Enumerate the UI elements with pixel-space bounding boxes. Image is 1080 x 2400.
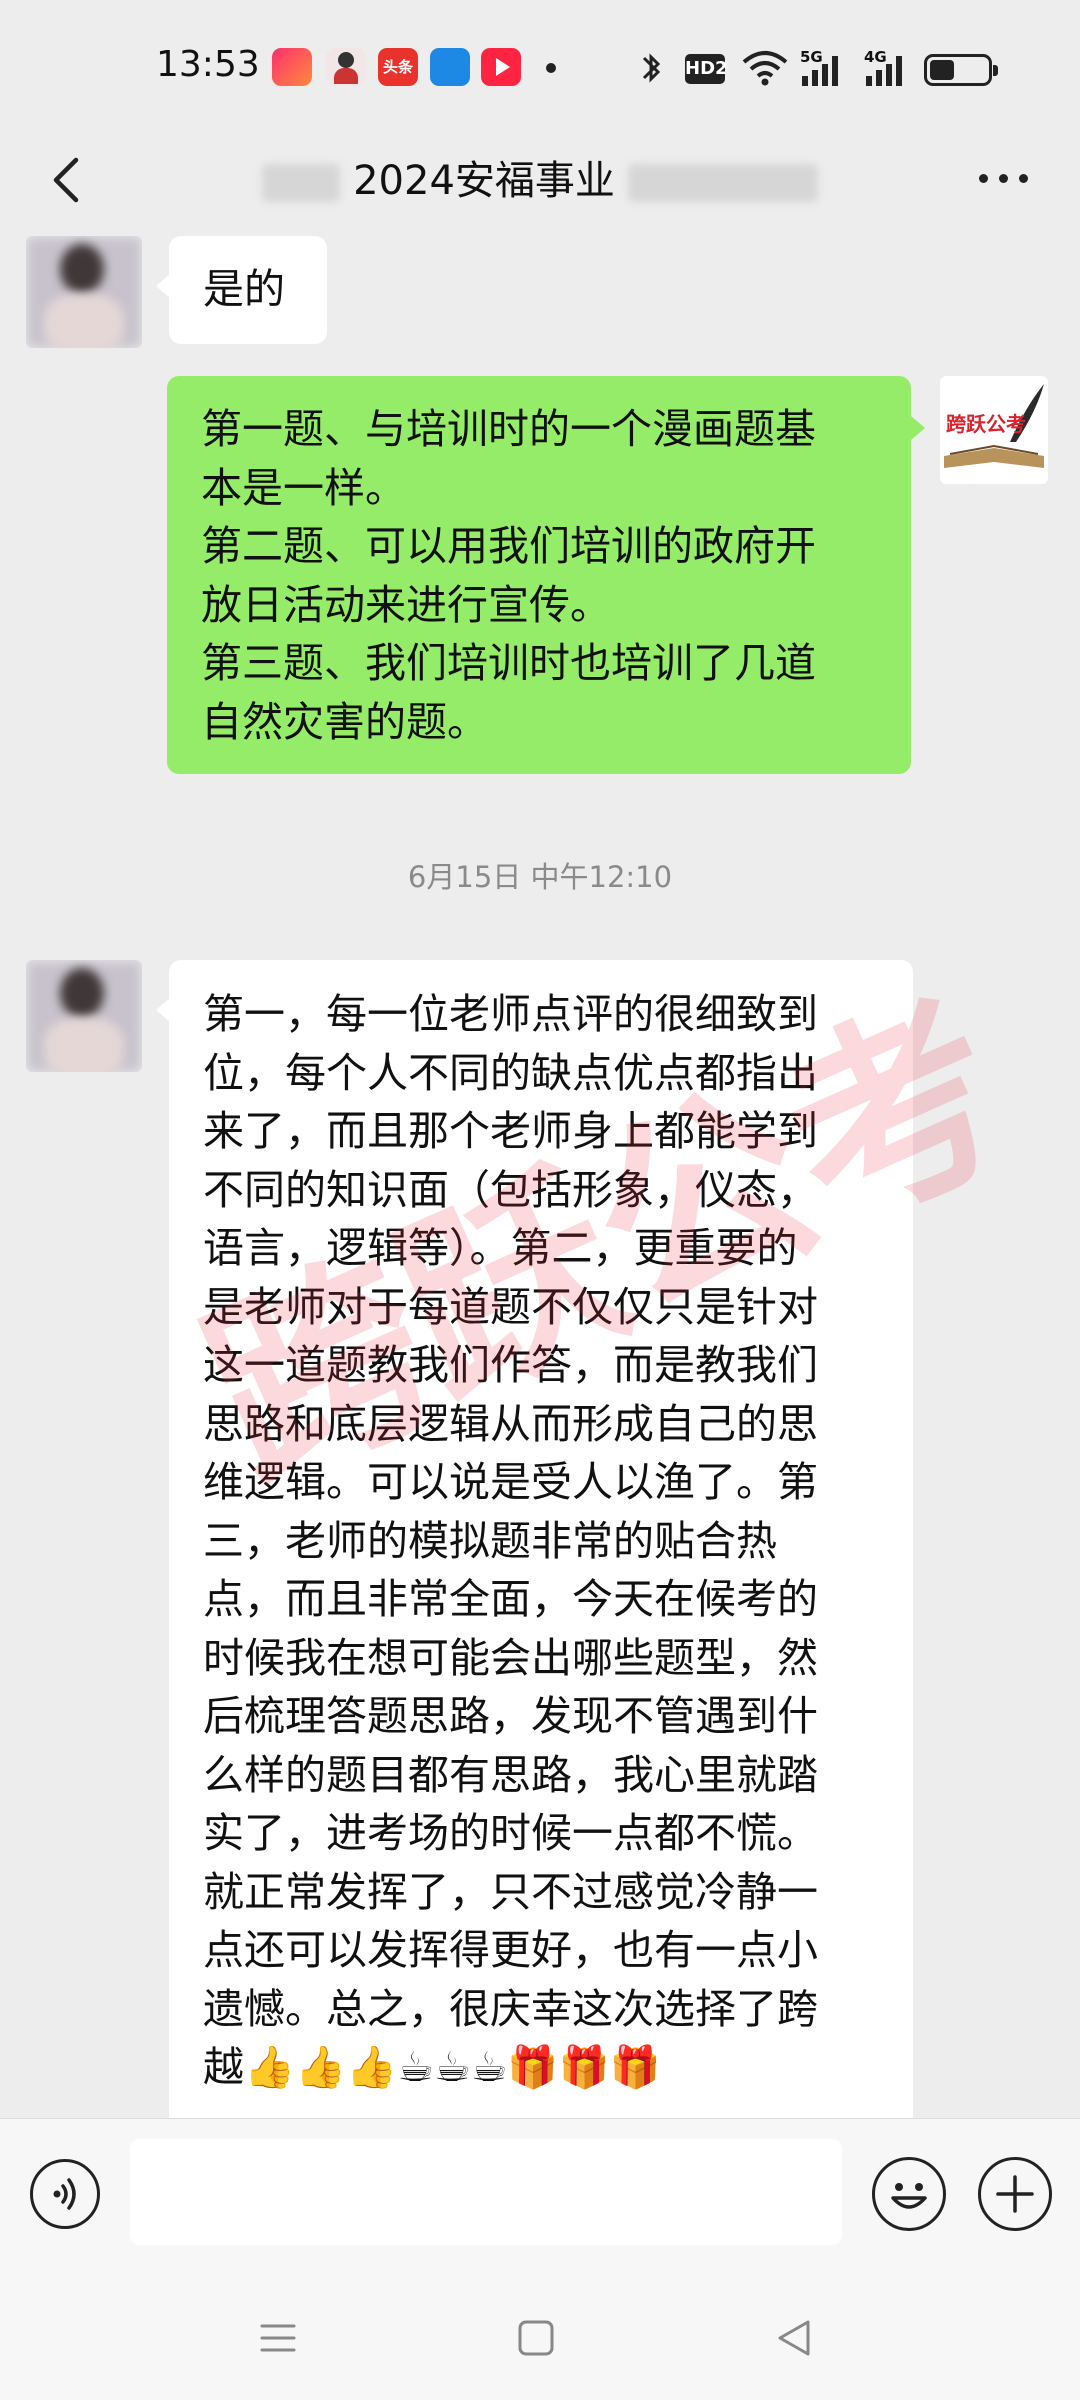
message-line: 不同的知识面（包括形象，仪态，	[203, 1165, 818, 1214]
signal-5g-icon	[802, 56, 838, 86]
message-line: 遗憾。总之，很庆幸这次选择了跨	[203, 1984, 818, 2033]
chat-title: 2024安福事业	[0, 148, 1080, 206]
message-line: 时候我在想可能会出哪些题型，然	[203, 1633, 818, 1682]
more-functions-plus-icon[interactable]	[978, 2157, 1052, 2231]
message-line: 后梳理答题思路，发现不管遇到什	[203, 1692, 818, 1740]
message-line: 位，每个人不同的缺点优点都指出	[203, 1048, 818, 1097]
message-line: 实了，进考场的时候一点都不慌。	[203, 1809, 818, 1857]
avatar[interactable]	[26, 236, 142, 348]
person-app-icon	[326, 48, 366, 86]
avatar-brand-text: 跨跃公考	[946, 412, 1026, 436]
bubble-tail	[156, 998, 170, 1022]
message-bubble[interactable]: 第一题、与培训时的一个漫画题基 本是一样。 第二题、可以用我们培训的政府开 放日…	[167, 376, 911, 774]
chat-title-text: 2024安福事业	[353, 158, 615, 204]
message-line: 来了，而且那个老师身上都能学到	[203, 1107, 818, 1155]
chat-header: 2024安福事业	[0, 130, 1080, 240]
message-line: 维逻辑。可以说是受人以渔了。第	[203, 1458, 818, 1506]
chat-timestamp: 6月15日 中午12:10	[407, 860, 673, 894]
message-line: 越👍👍👍☕☕☕🎁🎁🎁	[203, 2043, 661, 2091]
message-line: 么样的题目都有思路，我心里就踏	[203, 1750, 818, 1799]
voice-input-icon[interactable]	[30, 2159, 100, 2229]
message-line: 是的	[203, 265, 285, 313]
bluetooth-icon	[642, 53, 661, 83]
message-input[interactable]	[130, 2139, 842, 2245]
message-line: 这一道题教我们作答，而是教我们	[203, 1341, 818, 1389]
menu-icon[interactable]	[248, 2308, 308, 2368]
play-app-icon	[481, 48, 521, 86]
video-app-icon	[272, 48, 312, 86]
message-line: 点还可以发挥得更好，也有一点小	[203, 1926, 818, 1974]
message-line: 第三题、我们培训时也培训了几道	[201, 639, 816, 687]
message-line: 放日活动来进行宣传。	[201, 580, 611, 629]
bubble-tail	[911, 416, 925, 440]
bubble-tail	[156, 274, 170, 298]
status-time: 13:53	[156, 44, 260, 85]
signal-4g-icon	[866, 56, 902, 86]
toutiao-app-icon: 头条	[378, 48, 418, 86]
avatar[interactable]	[26, 960, 142, 1072]
message-line: 本是一样。	[201, 463, 406, 512]
back-triangle-icon[interactable]	[764, 2308, 824, 2368]
message-line: 点，而且非常全面，今天在候考的	[203, 1575, 818, 1623]
notification-dot-icon	[546, 63, 556, 73]
input-bar	[0, 2118, 1080, 2279]
emoji-icon[interactable]	[872, 2157, 946, 2231]
status-bar: 13:53 头条 HD2 5G 4G	[0, 0, 1080, 130]
wifi-icon	[742, 51, 788, 86]
hd-voice-icon: HD2	[685, 54, 728, 84]
title-blur-left	[262, 164, 341, 202]
title-blur-right	[627, 164, 818, 202]
message-line: 语言，逻辑等）。第二，更重要的	[203, 1224, 798, 1272]
avatar[interactable]: 跨跃公考	[940, 376, 1048, 484]
more-options-icon[interactable]	[975, 170, 1035, 190]
message-bubble[interactable]: 第一，每一位老师点评的很细致到 位，每个人不同的缺点优点都指出 来了，而且那个老…	[169, 960, 913, 2130]
message-bubble[interactable]: 是的	[169, 236, 327, 344]
payment-app-icon	[430, 48, 470, 86]
message-line: 第一题、与培训时的一个漫画题基	[201, 405, 816, 453]
message-line: 是老师对于每道题不仅仅只是针对	[203, 1282, 818, 1331]
message-line: 自然灾害的题。	[201, 697, 488, 746]
system-nav-bar	[0, 2278, 1080, 2400]
message-line: 第一，每一位老师点评的很细致到	[203, 990, 818, 1038]
battery-icon	[924, 54, 998, 86]
message-line: 第二题、可以用我们培训的政府开	[201, 522, 816, 570]
home-square-icon[interactable]	[506, 2308, 566, 2368]
message-line: 思路和底层逻辑从而形成自己的思	[203, 1399, 818, 1448]
message-line: 就正常发挥了，只不过感觉冷静一	[203, 1867, 818, 1916]
message-line: 三，老师的模拟题非常的贴合热	[203, 1516, 777, 1565]
